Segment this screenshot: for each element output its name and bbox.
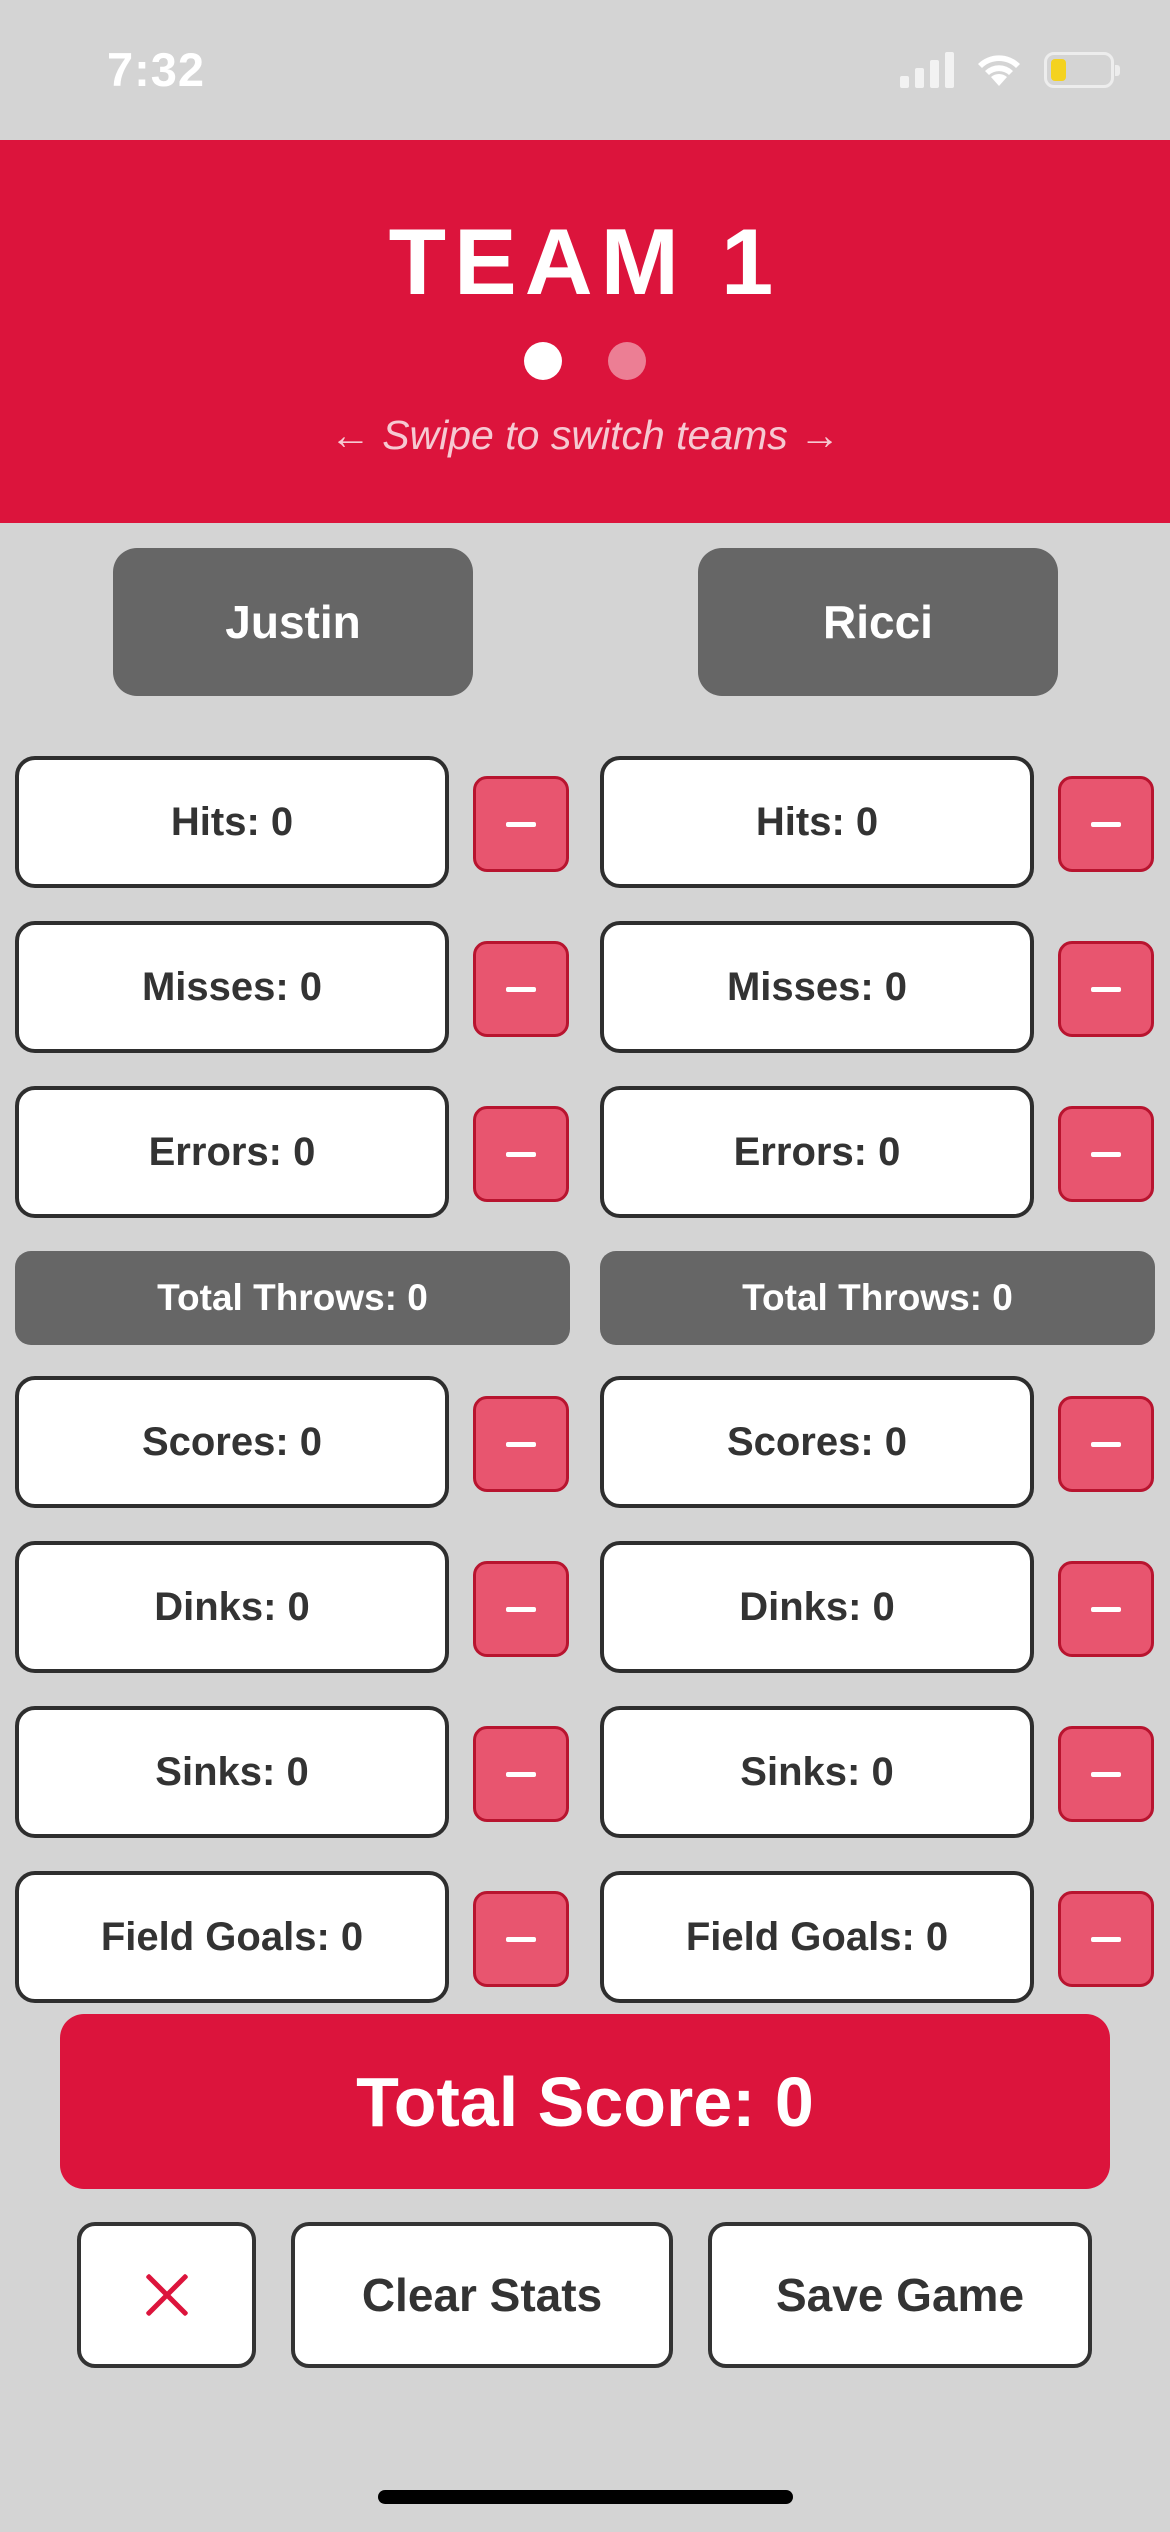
misses-button[interactable]: Misses: 0 xyxy=(600,921,1034,1053)
scores-minus-button[interactable] xyxy=(473,1396,569,1492)
misses-minus-button[interactable] xyxy=(473,941,569,1037)
sinks-minus-button[interactable] xyxy=(1058,1726,1154,1822)
minus-icon xyxy=(1091,1936,1121,1942)
minus-icon xyxy=(506,1441,536,1447)
errors-button[interactable]: Errors: 0 xyxy=(15,1086,449,1218)
swipe-hint: ← Swipe to switch teams → xyxy=(329,412,841,458)
minus-icon xyxy=(506,1771,536,1777)
wifi-icon xyxy=(978,55,1020,86)
minus-icon xyxy=(1091,821,1121,827)
scores-button[interactable]: Scores: 0 xyxy=(600,1376,1034,1508)
minus-icon xyxy=(1091,1606,1121,1612)
minus-icon xyxy=(506,986,536,992)
hits-button[interactable]: Hits: 0 xyxy=(600,756,1034,888)
field-goals-button[interactable]: Field Goals: 0 xyxy=(15,1871,449,2003)
player-button-ricci[interactable]: Ricci xyxy=(698,548,1058,696)
page-dot-1[interactable] xyxy=(524,342,562,380)
battery-level xyxy=(1051,59,1066,81)
minus-icon xyxy=(506,821,536,827)
status-time: 7:32 xyxy=(107,43,206,96)
errors-button[interactable]: Errors: 0 xyxy=(600,1086,1034,1218)
field-goals-minus-button[interactable] xyxy=(473,1891,569,1987)
total-throws: Total Throws: 0 xyxy=(15,1251,570,1345)
page-indicator[interactable] xyxy=(0,342,1170,380)
total-throws: Total Throws: 0 xyxy=(600,1251,1155,1345)
clear-stats-button[interactable]: Clear Stats xyxy=(291,2222,673,2368)
hits-minus-button[interactable] xyxy=(473,776,569,872)
minus-icon xyxy=(506,1606,536,1612)
home-indicator[interactable] xyxy=(378,2490,793,2504)
dinks-button[interactable]: Dinks: 0 xyxy=(15,1541,449,1673)
errors-minus-button[interactable] xyxy=(1058,1106,1154,1202)
close-icon xyxy=(143,2271,191,2319)
total-score: Total Score: 0 xyxy=(60,2014,1110,2189)
sinks-minus-button[interactable] xyxy=(473,1726,569,1822)
team-title: TEAM 1 xyxy=(388,209,782,314)
dinks-minus-button[interactable] xyxy=(473,1561,569,1657)
minus-icon xyxy=(506,1151,536,1157)
field-goals-button[interactable]: Field Goals: 0 xyxy=(600,1871,1034,2003)
errors-minus-button[interactable] xyxy=(473,1106,569,1202)
minus-icon xyxy=(506,1936,536,1942)
scores-minus-button[interactable] xyxy=(1058,1396,1154,1492)
field-goals-minus-button[interactable] xyxy=(1058,1891,1154,1987)
minus-icon xyxy=(1091,1151,1121,1157)
hits-minus-button[interactable] xyxy=(1058,776,1154,872)
player-button-justin[interactable]: Justin xyxy=(113,548,473,696)
battery-icon xyxy=(1044,52,1120,88)
misses-button[interactable]: Misses: 0 xyxy=(15,921,449,1053)
team-header[interactable]: TEAM 1 ← Swipe to switch teams → xyxy=(0,140,1170,523)
scores-button[interactable]: Scores: 0 xyxy=(15,1376,449,1508)
minus-icon xyxy=(1091,1441,1121,1447)
sinks-button[interactable]: Sinks: 0 xyxy=(15,1706,449,1838)
dinks-button[interactable]: Dinks: 0 xyxy=(600,1541,1034,1673)
cellular-signal-icon xyxy=(900,52,954,88)
app-screen: 7:32 TEAM 1 ← Swipe to switch teams → Ju… xyxy=(0,0,1170,2532)
hits-button[interactable]: Hits: 0 xyxy=(15,756,449,888)
sinks-button[interactable]: Sinks: 0 xyxy=(600,1706,1034,1838)
page-dot-2[interactable] xyxy=(608,342,646,380)
minus-icon xyxy=(1091,986,1121,992)
close-button[interactable] xyxy=(77,2222,256,2368)
save-game-button[interactable]: Save Game xyxy=(708,2222,1092,2368)
minus-icon xyxy=(1091,1771,1121,1777)
misses-minus-button[interactable] xyxy=(1058,941,1154,1037)
status-bar: 7:32 xyxy=(0,0,1170,140)
dinks-minus-button[interactable] xyxy=(1058,1561,1154,1657)
status-icons xyxy=(900,52,1120,88)
